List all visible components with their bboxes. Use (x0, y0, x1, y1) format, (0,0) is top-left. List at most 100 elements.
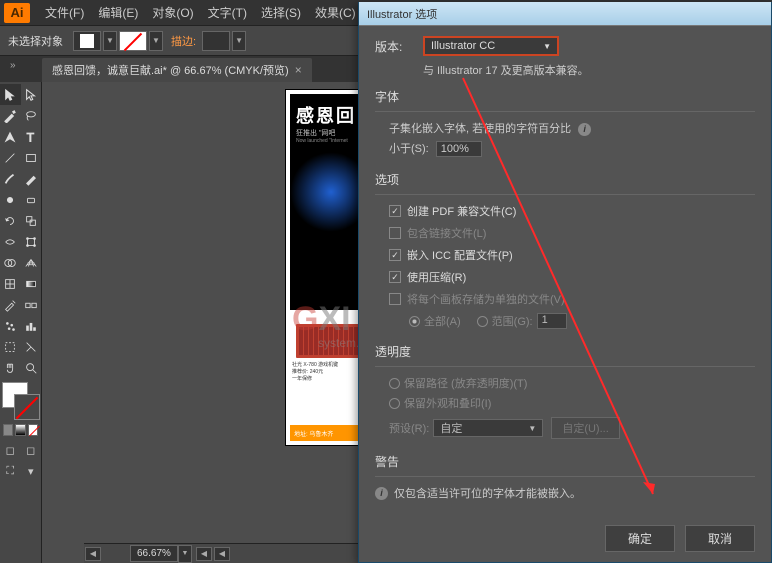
screen-modes: ◻◻ ⛶▾ (0, 440, 41, 482)
ok-button[interactable]: 确定 (605, 525, 675, 552)
stroke-weight-dropdown[interactable]: ▼ (232, 31, 246, 51)
slice-tool[interactable] (21, 336, 42, 357)
subset-percent-input[interactable]: 100% (436, 141, 482, 157)
mesh-tool[interactable] (0, 273, 21, 294)
option-embed-icc[interactable]: 嵌入 ICC 配置文件(P) (389, 247, 755, 263)
shape-builder-tool[interactable] (0, 252, 21, 273)
dialog-title: Illustrator 选项 (367, 6, 437, 22)
selection-status: 未选择对象 (8, 33, 63, 49)
zoom-tool[interactable] (21, 357, 42, 378)
color-mode-gradient[interactable] (15, 424, 25, 436)
toolbox: T ◻◻ ⛶▾ (0, 82, 42, 563)
blob-brush-tool[interactable] (0, 189, 21, 210)
color-mode-none[interactable] (28, 424, 38, 436)
menu-effect[interactable]: 效果(C) (308, 4, 363, 21)
hand-tool[interactable] (0, 357, 21, 378)
pencil-tool[interactable] (21, 168, 42, 189)
menu-object[interactable]: 对象(O) (145, 4, 200, 21)
zoom-level[interactable]: 66.67% (130, 545, 178, 562)
transparency-section-title: 透明度 (375, 343, 755, 360)
dialog-body: 版本: Illustrator CC ▼ 与 Illustrator 17 及更… (359, 26, 771, 511)
gradient-tool[interactable] (21, 273, 42, 294)
version-value: Illustrator CC (431, 40, 495, 52)
radio-icon (389, 378, 400, 389)
color-mode-solid[interactable] (3, 424, 13, 436)
stroke-weight[interactable] (202, 31, 230, 51)
document-tab[interactable]: 感恩回馈，诚意巨献.ai* @ 66.67% (CMYK/预览) × (42, 58, 312, 82)
ad-subtitle-1: 狂推出 "网吧 (296, 128, 335, 138)
artboard-tool[interactable] (0, 336, 21, 357)
radio-icon (389, 398, 400, 409)
expand-panels-icon[interactable]: » (10, 60, 16, 71)
less-than-label: 小于(S): (389, 143, 429, 155)
version-select[interactable]: Illustrator CC ▼ (423, 36, 559, 56)
cancel-button[interactable]: 取消 (685, 525, 755, 552)
checkbox-icon (389, 227, 401, 239)
close-tab-icon[interactable]: × (295, 63, 302, 77)
rotate-tool[interactable] (0, 210, 21, 231)
option-use-compression[interactable]: 使用压缩(R) (389, 269, 755, 285)
preset-select: 自定▼ (433, 419, 543, 437)
app-logo: Ai (4, 3, 30, 23)
option-create-pdf[interactable]: 创建 PDF 兼容文件(C) (389, 203, 755, 219)
range-input: 1 (537, 313, 567, 329)
warning-text: i 仅包含适当许可位的字体才能被嵌入。 (375, 485, 755, 501)
preset-label: 预设(R): (389, 420, 429, 436)
menu-select[interactable]: 选择(S) (254, 4, 308, 21)
artboard-prev[interactable]: ◀ (196, 547, 212, 561)
dialog-titlebar[interactable]: Illustrator 选项 (359, 2, 771, 26)
scale-tool[interactable] (21, 210, 42, 231)
artboard-prev2[interactable]: ◀ (214, 547, 230, 561)
warnings-section-title: 警告 (375, 453, 755, 470)
perspective-grid-tool[interactable] (21, 252, 42, 273)
blend-tool[interactable] (21, 294, 42, 315)
menu-type[interactable]: 文字(T) (201, 4, 254, 21)
stroke-color[interactable] (14, 394, 40, 420)
svg-text:T: T (26, 130, 34, 144)
stroke-dropdown[interactable]: ▼ (149, 31, 163, 51)
draw-behind[interactable]: ◻ (21, 440, 42, 461)
ad-product-text: 社光 X-780 游戏机键 推荐价: 240元 一年保修 (292, 362, 338, 383)
width-tool[interactable] (0, 231, 21, 252)
column-graph-tool[interactable] (21, 315, 42, 336)
screen-dropdown[interactable]: ▾ (21, 461, 42, 482)
document-tab-title: 感恩回馈，诚意巨献.ai* @ 66.67% (CMYK/预览) (52, 62, 289, 78)
pen-tool[interactable] (0, 126, 21, 147)
checkbox-icon (389, 271, 401, 283)
ad-subtitle-2: Now launched "Internet (296, 138, 348, 144)
direct-selection-tool[interactable] (21, 84, 42, 105)
fill-stroke-indicator[interactable] (2, 382, 40, 420)
subset-fonts-text: 子集化嵌入字体, 若使用的字符百分比 i (389, 120, 755, 136)
zoom-dropdown[interactable]: ▼ (178, 545, 192, 563)
radio-icon (477, 316, 488, 327)
lasso-tool[interactable] (21, 105, 42, 126)
version-note: 与 Illustrator 17 及更高版本兼容。 (423, 62, 755, 78)
ad-keyboard-graphic (296, 324, 366, 358)
line-tool[interactable] (0, 147, 21, 168)
stroke-swatch[interactable] (119, 31, 147, 51)
screen-mode[interactable]: ⛶ (0, 461, 21, 482)
version-label: 版本: (375, 38, 423, 55)
magic-wand-tool[interactable] (0, 105, 21, 126)
radio-icon (409, 316, 420, 327)
nav-first[interactable]: ◀ (85, 547, 101, 561)
menu-edit[interactable]: 编辑(E) (91, 4, 145, 21)
draw-normal[interactable]: ◻ (0, 440, 21, 461)
dialog-footer: 确定 取消 (595, 525, 755, 552)
checkbox-icon (389, 293, 401, 305)
menu-file[interactable]: 文件(F) (38, 4, 91, 21)
fill-dropdown[interactable]: ▼ (103, 31, 117, 51)
info-icon[interactable]: i (578, 123, 591, 136)
color-modes (2, 424, 39, 436)
type-tool[interactable]: T (21, 126, 42, 147)
rectangle-tool[interactable] (21, 147, 42, 168)
fill-swatch[interactable] (73, 31, 101, 51)
info-icon: i (375, 487, 388, 500)
free-transform-tool[interactable] (21, 231, 42, 252)
symbol-sprayer-tool[interactable] (0, 315, 21, 336)
eyedropper-tool[interactable] (0, 294, 21, 315)
eraser-tool[interactable] (21, 189, 42, 210)
radio-preserve-paths: 保留路径 (放弃透明度)(T) (389, 375, 755, 391)
selection-tool[interactable] (0, 84, 21, 105)
paintbrush-tool[interactable] (0, 168, 21, 189)
